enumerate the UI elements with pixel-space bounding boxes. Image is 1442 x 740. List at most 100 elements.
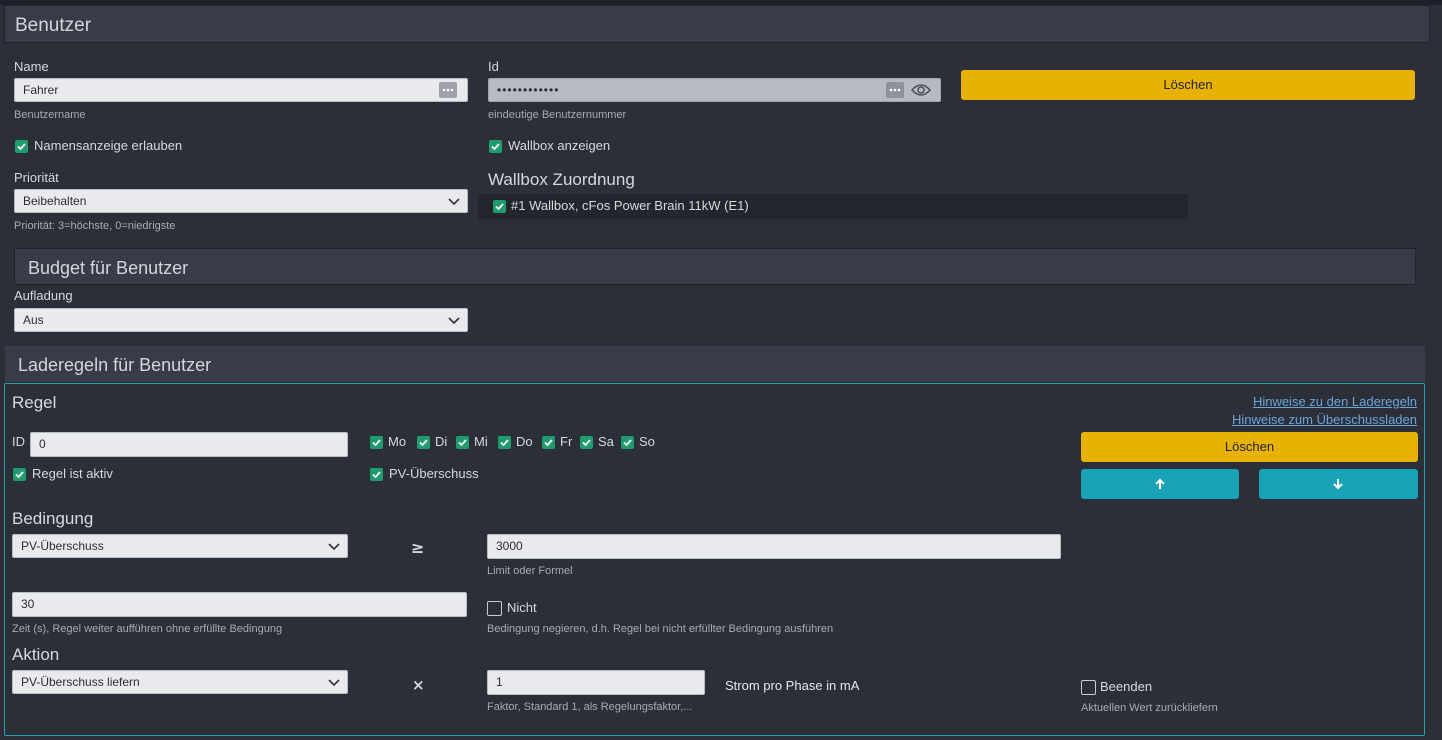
day-checkbox-mo[interactable]: Mo (370, 434, 410, 450)
end-hint: Aktuellen Wert zurückliefern (1081, 702, 1218, 714)
action-select[interactable]: PV-Überschuss liefern (12, 670, 348, 694)
wallbox-item-label: #1 Wallbox, cFos Power Brain 11kW (E1) (511, 198, 749, 213)
checkbox-checked[interactable] (621, 436, 634, 449)
checkbox-checked[interactable] (456, 436, 469, 449)
not-checkbox[interactable]: Nicht (487, 600, 587, 617)
condition-title: Bedingung (12, 509, 94, 528)
id-hint: eindeutige Benutzernummer (488, 109, 627, 121)
name-input-value: Fahrer (23, 83, 59, 97)
rule-title: Regel (12, 393, 57, 412)
day-checkbox-mi[interactable]: Mi (456, 434, 496, 450)
day-label: So (639, 434, 655, 449)
chevron-down-icon (448, 198, 460, 206)
factor-input[interactable]: 1 (487, 670, 705, 695)
factor-value: 1 (496, 675, 503, 689)
unit-label: Strom pro Phase in mA (725, 678, 860, 693)
charging-select[interactable]: Aus (14, 308, 468, 332)
move-down-button[interactable] (1259, 469, 1418, 499)
show-wallbox-checkbox[interactable]: Wallbox anzeigen (489, 138, 689, 154)
pv-surplus-checkbox[interactable]: PV-Überschuss (370, 466, 530, 482)
charging-value: Aus (23, 313, 44, 327)
wallbox-assign-title: Wallbox Zuordnung (488, 170, 635, 189)
operator-symbol: ≥ (411, 538, 425, 557)
limit-hint: Limit oder Formel (487, 565, 573, 577)
action-value: PV-Überschuss liefern (21, 675, 140, 689)
arrow-up-icon (1155, 478, 1165, 489)
eye-icon[interactable] (911, 83, 931, 97)
user-section-header: Benutzer (4, 5, 1430, 43)
end-label: Beenden (1100, 679, 1153, 694)
day-label: Mi (474, 434, 488, 449)
day-checkbox-so[interactable]: So (621, 434, 661, 450)
checkbox-checked[interactable] (580, 436, 593, 449)
day-label: Fr (560, 434, 573, 449)
rule-id-label: ID (12, 434, 25, 449)
more-icon[interactable] (439, 82, 457, 98)
link-surplus-help[interactable]: Hinweise zum Überschussladen (1232, 412, 1417, 427)
rule-id-input[interactable]: 0 (30, 432, 348, 457)
budget-section-header: Budget für Benutzer (14, 248, 1416, 285)
not-hint: Bedingung negieren, d.h. Regel bei nicht… (487, 623, 834, 635)
day-label: Di (435, 434, 448, 449)
multiply-symbol: × (412, 676, 425, 694)
name-hint: Benutzername (14, 109, 86, 121)
condition-value: PV-Überschuss (21, 539, 104, 553)
priority-label: Priorität (14, 170, 59, 185)
time-value: 30 (21, 597, 35, 611)
day-checkbox-di[interactable]: Di (417, 434, 453, 450)
checkbox-unchecked[interactable] (1081, 680, 1096, 695)
checkbox-checked[interactable] (493, 200, 506, 213)
rules-section-header: Laderegeln für Benutzer (5, 346, 1425, 382)
charging-label: Aufladung (14, 288, 73, 303)
name-label: Name (14, 59, 49, 74)
checkbox-checked[interactable] (13, 468, 26, 481)
id-input[interactable]: •••••••••••• (488, 78, 941, 102)
chevron-down-icon (328, 543, 340, 551)
rule-id-value: 0 (39, 437, 46, 451)
limit-input[interactable]: 3000 (487, 534, 1061, 559)
checkbox-checked[interactable] (15, 140, 28, 153)
show-wallbox-label: Wallbox anzeigen (508, 138, 611, 153)
priority-hint: Priorität: 3=höchste, 0=niedrigste (14, 220, 176, 232)
priority-value: Beibehalten (23, 194, 87, 208)
user-section-title: Benutzer (15, 15, 92, 36)
end-checkbox[interactable]: Beenden (1081, 679, 1201, 696)
move-up-button[interactable] (1081, 469, 1239, 499)
checkbox-checked[interactable] (417, 436, 430, 449)
wallbox-assign-list: #1 Wallbox, cFos Power Brain 11kW (E1) (478, 194, 1188, 219)
condition-select[interactable]: PV-Überschuss (12, 534, 348, 558)
id-label: Id (488, 59, 499, 74)
day-label: Do (516, 434, 533, 449)
id-input-value: •••••••••••• (497, 83, 560, 97)
show-name-checkbox[interactable]: Namensanzeige erlauben (15, 138, 215, 154)
checkbox-checked[interactable] (489, 140, 502, 153)
checkbox-checked[interactable] (498, 436, 511, 449)
delete-rule-button[interactable]: Löschen (1081, 432, 1418, 462)
rule-active-checkbox[interactable]: Regel ist aktiv (13, 466, 173, 482)
checkbox-unchecked[interactable] (487, 601, 502, 616)
checkbox-checked[interactable] (370, 468, 383, 481)
checkbox-checked[interactable] (542, 436, 555, 449)
chevron-down-icon (448, 317, 460, 325)
chevron-down-icon (328, 679, 340, 687)
checkbox-checked[interactable] (370, 436, 383, 449)
link-rules-help[interactable]: Hinweise zu den Laderegeln (1253, 394, 1417, 409)
limit-value: 3000 (496, 539, 523, 553)
action-title: Aktion (12, 645, 60, 664)
day-checkbox-fr[interactable]: Fr (542, 434, 578, 450)
factor-hint: Faktor, Standard 1, als Regelungsfaktor,… (487, 701, 693, 713)
day-label: Sa (598, 434, 614, 449)
pv-surplus-label: PV-Überschuss (389, 466, 479, 481)
day-checkbox-sa[interactable]: Sa (580, 434, 616, 450)
arrow-down-icon (1333, 479, 1343, 490)
day-checkbox-do[interactable]: Do (498, 434, 538, 450)
time-hint: Zeit (s), Regel weiter aufführen ohne er… (12, 623, 283, 635)
time-input[interactable]: 30 (12, 592, 467, 617)
priority-select[interactable]: Beibehalten (14, 189, 468, 213)
delete-user-button[interactable]: Löschen (961, 70, 1415, 100)
more-icon[interactable] (886, 82, 904, 98)
show-name-label: Namensanzeige erlauben (34, 138, 183, 153)
name-input[interactable]: Fahrer (14, 78, 468, 102)
not-label: Nicht (507, 600, 537, 615)
day-label: Mo (388, 434, 407, 449)
